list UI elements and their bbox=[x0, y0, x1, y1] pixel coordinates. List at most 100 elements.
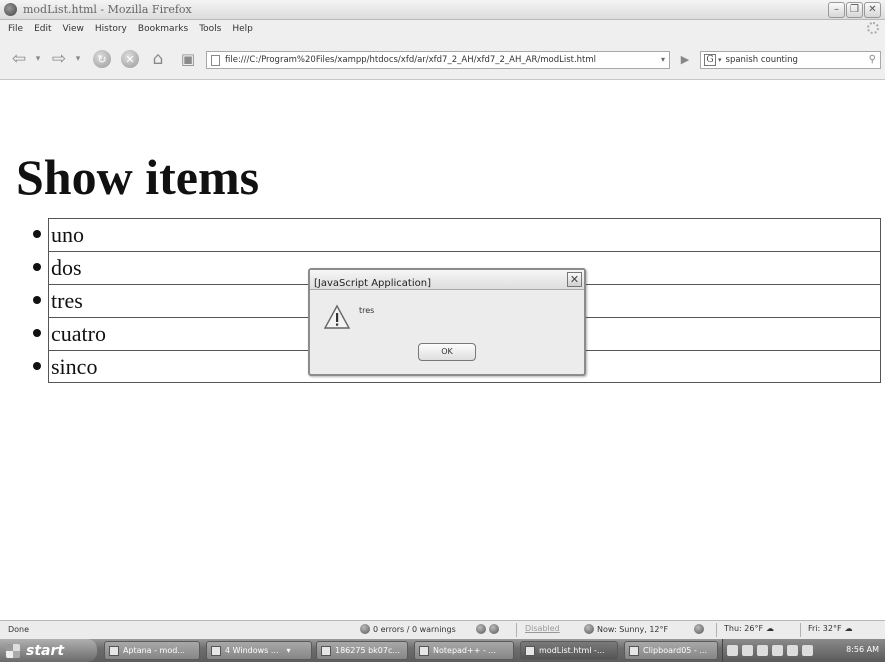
addon-icon[interactable] bbox=[476, 624, 486, 634]
divider bbox=[800, 623, 801, 637]
weather-fri-text: Fri: 32°F bbox=[808, 624, 842, 633]
error-console-status[interactable]: 0 errors / 0 warnings bbox=[360, 624, 456, 634]
status-bar: Done 0 errors / 0 warnings Disabled Now:… bbox=[0, 620, 885, 639]
task-label: Clipboard05 - ... bbox=[643, 646, 707, 655]
url-text[interactable]: file:///C:/Program%20Files/xampp/htdocs/… bbox=[225, 55, 596, 65]
errors-text: 0 errors / 0 warnings bbox=[373, 624, 456, 634]
go-arrow-icon[interactable]: ▶ bbox=[678, 51, 692, 69]
page-heading: Show items bbox=[16, 149, 260, 205]
task-label: Notepad++ - ... bbox=[433, 646, 497, 655]
weather-icon bbox=[584, 624, 594, 634]
list-item: uno bbox=[33, 218, 881, 251]
windows-logo-icon bbox=[6, 643, 20, 658]
bullet bbox=[33, 362, 41, 370]
search-box[interactable]: G ▾ ⚲ bbox=[700, 51, 881, 69]
alert-dialog: [JavaScript Application] ✕ tres OK bbox=[308, 268, 586, 376]
radar-icon[interactable] bbox=[694, 624, 704, 634]
window-title: modList.html - Mozilla Firefox bbox=[23, 3, 192, 16]
menu-view[interactable]: View bbox=[63, 24, 84, 34]
task-label: 186275 bk07c... bbox=[335, 646, 400, 655]
folder-icon bbox=[211, 645, 221, 656]
menu-tools[interactable]: Tools bbox=[199, 24, 221, 34]
bullet bbox=[33, 296, 41, 304]
weather-fri[interactable]: Fri: 32°F ☁ bbox=[808, 624, 853, 633]
minimize-button[interactable]: – bbox=[828, 2, 845, 18]
task-notepad[interactable]: Notepad++ - ... bbox=[414, 641, 514, 660]
dialog-close-button[interactable]: ✕ bbox=[567, 272, 582, 287]
menu-edit[interactable]: Edit bbox=[34, 24, 51, 34]
bullet bbox=[33, 329, 41, 337]
dialog-titlebar[interactable]: [JavaScript Application] bbox=[310, 270, 584, 290]
maximize-button[interactable]: ❐ bbox=[846, 2, 863, 18]
clock[interactable]: 8:56 AM bbox=[846, 645, 879, 654]
ok-button[interactable]: OK bbox=[418, 343, 476, 361]
status-icons bbox=[476, 624, 499, 634]
menu-bookmarks[interactable]: Bookmarks bbox=[138, 24, 188, 34]
chevron-down-icon: ▾ bbox=[286, 646, 291, 655]
weather-thu[interactable]: Thu: 26°F ☁ bbox=[724, 624, 774, 633]
close-button[interactable]: ✕ bbox=[864, 2, 881, 18]
system-tray: 8:56 AM bbox=[722, 639, 885, 662]
firefox-icon bbox=[4, 3, 17, 16]
page-icon bbox=[211, 54, 220, 66]
cloud-icon: ☁ bbox=[844, 624, 853, 633]
window-titlebar: modList.html - Mozilla Firefox – ❐ ✕ bbox=[0, 0, 885, 20]
stop-icon[interactable]: ✕ bbox=[118, 48, 142, 70]
start-button[interactable]: start bbox=[0, 639, 97, 662]
tray-icon[interactable] bbox=[802, 645, 813, 656]
document-icon bbox=[321, 645, 331, 656]
url-dropdown-icon[interactable]: ▾ bbox=[661, 55, 665, 64]
tray-icon[interactable] bbox=[742, 645, 753, 656]
menu-bar: File Edit View History Bookmarks Tools H… bbox=[0, 20, 885, 38]
task-label: modList.html -... bbox=[539, 646, 605, 655]
navigation-toolbar: ⇦ ▾ ⇨ ▾ ↻ ✕ ⌂ ▣ file:///C:/Program%20Fil… bbox=[0, 38, 885, 80]
task-label: Aptana - mod... bbox=[123, 646, 185, 655]
tray-icon[interactable] bbox=[787, 645, 798, 656]
divider bbox=[716, 623, 717, 637]
warning-icon bbox=[324, 304, 350, 329]
bullet bbox=[33, 230, 41, 238]
status-text: Done bbox=[8, 625, 30, 634]
window-controls: – ❐ ✕ bbox=[828, 2, 881, 18]
notepad-icon bbox=[419, 645, 429, 656]
google-icon[interactable]: G bbox=[704, 54, 716, 66]
back-arrow-icon[interactable]: ⇦ bbox=[6, 48, 32, 70]
menu-help[interactable]: Help bbox=[232, 24, 253, 34]
taskbar: start Aptana - mod... 4 Windows ... ▾ 18… bbox=[0, 639, 885, 662]
bookmark-page-icon[interactable]: ▣ bbox=[176, 48, 200, 70]
weather-now[interactable]: Now: Sunny, 12°F bbox=[584, 624, 668, 634]
url-bar[interactable]: file:///C:/Program%20Files/xampp/htdocs/… bbox=[206, 51, 670, 69]
task-aptana[interactable]: Aptana - mod... bbox=[104, 641, 200, 660]
tray-icon[interactable] bbox=[727, 645, 738, 656]
task-document[interactable]: 186275 bk07c... bbox=[316, 641, 408, 660]
weather-now-text: Now: Sunny, 12°F bbox=[597, 624, 669, 634]
home-icon[interactable]: ⌂ bbox=[146, 48, 170, 70]
throbber-icon bbox=[867, 22, 879, 34]
search-input[interactable] bbox=[725, 55, 866, 65]
task-firefox[interactable]: modList.html -... bbox=[520, 641, 618, 660]
app-icon bbox=[109, 645, 119, 656]
list-item-text[interactable]: uno bbox=[48, 218, 881, 251]
menu-history[interactable]: History bbox=[95, 24, 127, 34]
weather-thu-text: Thu: 26°F bbox=[724, 624, 764, 633]
forward-arrow-icon[interactable]: ⇨ bbox=[46, 48, 72, 70]
disabled-link[interactable]: Disabled bbox=[525, 624, 560, 633]
reload-icon[interactable]: ↻ bbox=[90, 48, 114, 70]
check-icon bbox=[360, 624, 370, 634]
forward-dropdown-icon[interactable]: ▾ bbox=[74, 48, 82, 70]
tray-icon[interactable] bbox=[757, 645, 768, 656]
clipboard-icon bbox=[629, 645, 639, 656]
search-icon[interactable]: ⚲ bbox=[869, 54, 876, 65]
task-clipboard[interactable]: Clipboard05 - ... bbox=[624, 641, 718, 660]
tray-icon[interactable] bbox=[772, 645, 783, 656]
task-windows[interactable]: 4 Windows ... ▾ bbox=[206, 641, 312, 660]
divider bbox=[516, 623, 517, 637]
task-label: 4 Windows ... bbox=[225, 646, 279, 655]
start-label: start bbox=[26, 642, 65, 659]
cloud-icon: ☁ bbox=[766, 624, 775, 633]
engine-dropdown-icon[interactable]: ▾ bbox=[718, 56, 722, 64]
gear-icon[interactable] bbox=[489, 624, 499, 634]
firefox-icon bbox=[525, 645, 535, 656]
back-dropdown-icon[interactable]: ▾ bbox=[34, 48, 42, 70]
menu-file[interactable]: File bbox=[8, 24, 23, 34]
